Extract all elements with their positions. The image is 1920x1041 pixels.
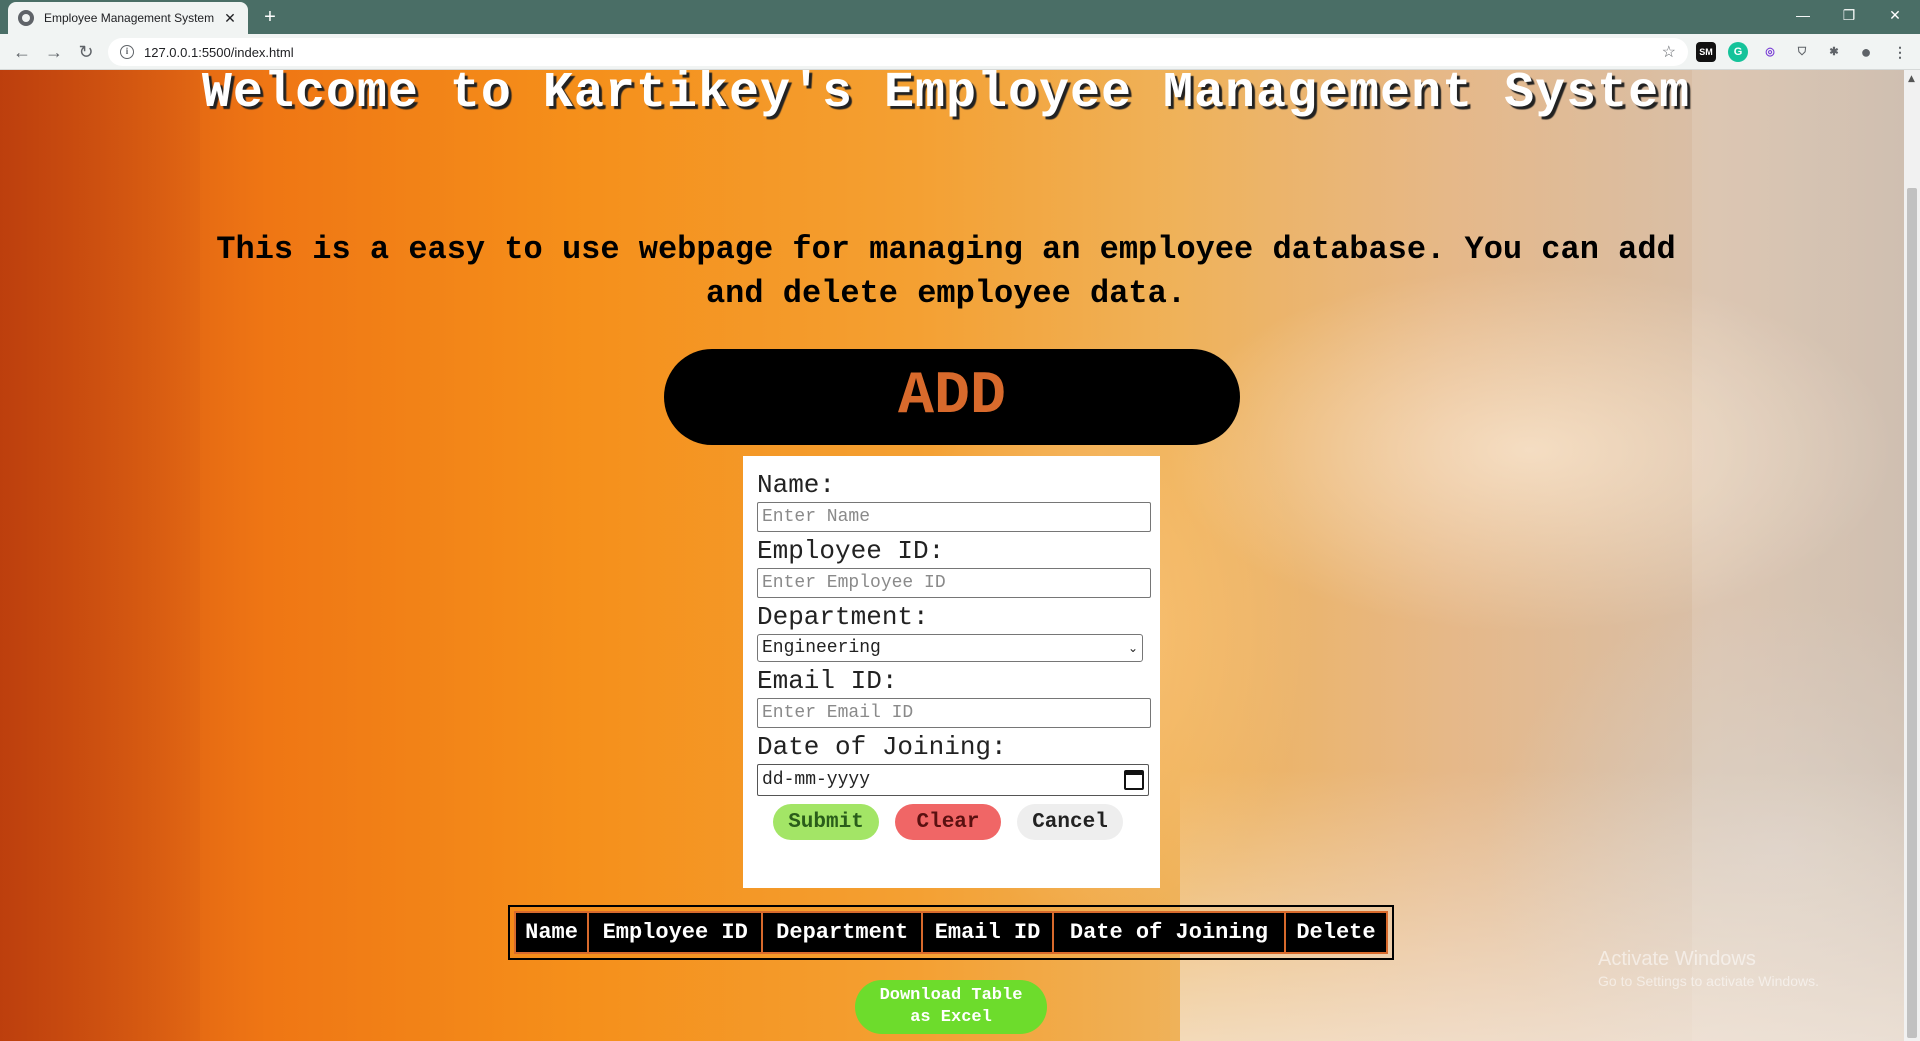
download-label-line1: Download Table xyxy=(879,986,1023,1005)
bookmark-star-icon[interactable]: ☆ xyxy=(1662,42,1676,62)
add-employee-form: Name: Employee ID: Department: Engineeri… xyxy=(743,456,1160,888)
page-viewport: Welcome to Kartikey's Employee Managemen… xyxy=(0,70,1904,1041)
email-input[interactable] xyxy=(757,698,1151,728)
globe-icon xyxy=(18,10,34,26)
name-input[interactable] xyxy=(757,502,1151,532)
department-select[interactable]: Engineering ⌄ xyxy=(757,634,1143,662)
main-content: Welcome to Kartikey's Employee Managemen… xyxy=(200,70,1692,1041)
watermark-line2: Go to Settings to activate Windows. xyxy=(1598,973,1819,989)
column-header-name: Name xyxy=(513,911,590,954)
watermark-line1: Activate Windows xyxy=(1598,948,1756,970)
background-left-shade xyxy=(0,70,200,1041)
windows-activation-watermark: Activate Windows Go to Settings to activ… xyxy=(1598,948,1819,989)
grammarly-icon[interactable]: G xyxy=(1728,42,1748,62)
vertical-scrollbar[interactable]: ▲ xyxy=(1904,70,1920,1041)
add-button[interactable]: ADD xyxy=(664,349,1240,445)
date-of-joining-input[interactable]: dd-mm-yyyy xyxy=(757,764,1149,796)
close-window-button[interactable]: ✕ xyxy=(1872,0,1918,30)
info-icon[interactable]: i xyxy=(120,45,134,59)
shield-icon[interactable]: ⛉ xyxy=(1792,42,1812,62)
column-header-delete: Delete xyxy=(1283,911,1389,954)
submit-button[interactable]: Submit xyxy=(773,804,879,840)
column-header-email-id: Email ID xyxy=(921,911,1054,954)
chevron-down-icon: ⌄ xyxy=(1127,641,1138,655)
column-header-employee-id: Employee ID xyxy=(587,911,764,954)
minimize-button[interactable]: — xyxy=(1780,0,1826,30)
form-button-row: Submit Clear Cancel xyxy=(757,804,1146,840)
scroll-up-arrow-icon[interactable]: ▲ xyxy=(1908,74,1915,84)
table-header-row: Name Employee ID Department Email ID Dat… xyxy=(513,911,1389,954)
email-label: Email ID: xyxy=(757,666,898,696)
employee-table-container: Name Employee ID Department Email ID Dat… xyxy=(508,905,1394,960)
restore-button[interactable]: ❐ xyxy=(1826,0,1872,30)
tab-title: Employee Management System xyxy=(44,11,215,25)
date-placeholder: dd-mm-yyyy xyxy=(762,770,871,790)
department-label: Department: xyxy=(757,602,929,632)
url-text[interactable]: 127.0.0.1:5500/index.html xyxy=(144,45,1662,60)
menu-dots-icon[interactable]: ⋮ xyxy=(1890,42,1910,62)
forward-icon[interactable]: → xyxy=(42,40,66,64)
employee-id-input[interactable] xyxy=(757,568,1151,598)
column-header-department: Department xyxy=(761,911,924,954)
page-subtitle: This is a easy to use webpage for managi… xyxy=(216,231,1676,312)
browser-toolbar: ← → ↻ i 127.0.0.1:5500/index.html ☆ xyxy=(0,34,1920,70)
employee-id-label: Employee ID: xyxy=(757,536,945,566)
cancel-button[interactable]: Cancel xyxy=(1017,804,1123,840)
back-icon[interactable]: ← xyxy=(10,40,34,64)
address-bar[interactable]: i 127.0.0.1:5500/index.html ☆ xyxy=(108,38,1688,66)
page-title: Welcome to Kartikey's Employee Managemen… xyxy=(201,70,1691,122)
reload-icon[interactable]: ↻ xyxy=(74,40,98,64)
download-label-line2: as Excel xyxy=(910,1008,992,1027)
new-tab-button[interactable]: + xyxy=(258,5,282,29)
puzzle-icon[interactable]: ✱ xyxy=(1824,42,1844,62)
extension-icon-purple[interactable]: ◎ xyxy=(1760,42,1780,62)
browser-tab[interactable]: Employee Management System ✕ xyxy=(8,2,248,34)
clear-button[interactable]: Clear xyxy=(895,804,1001,840)
profile-avatar-icon[interactable]: ● xyxy=(1856,42,1876,62)
column-header-date-of-joining: Date of Joining xyxy=(1051,911,1286,954)
scrollbar-thumb[interactable] xyxy=(1907,188,1917,1038)
department-selected-value: Engineering xyxy=(762,638,881,658)
employee-table: Name Employee ID Department Email ID Dat… xyxy=(513,911,1389,954)
extension-icon-sm[interactable]: SM xyxy=(1696,42,1716,62)
name-label: Name: xyxy=(757,470,836,500)
tab-close-icon[interactable]: ✕ xyxy=(222,10,238,27)
date-of-joining-label: Date of Joining: xyxy=(757,732,1007,762)
browser-tab-bar: Employee Management System ✕ + — ❐ ✕ xyxy=(0,0,1920,34)
calendar-icon[interactable] xyxy=(1124,770,1144,790)
download-excel-button[interactable]: Download Table as Excel xyxy=(855,980,1047,1034)
